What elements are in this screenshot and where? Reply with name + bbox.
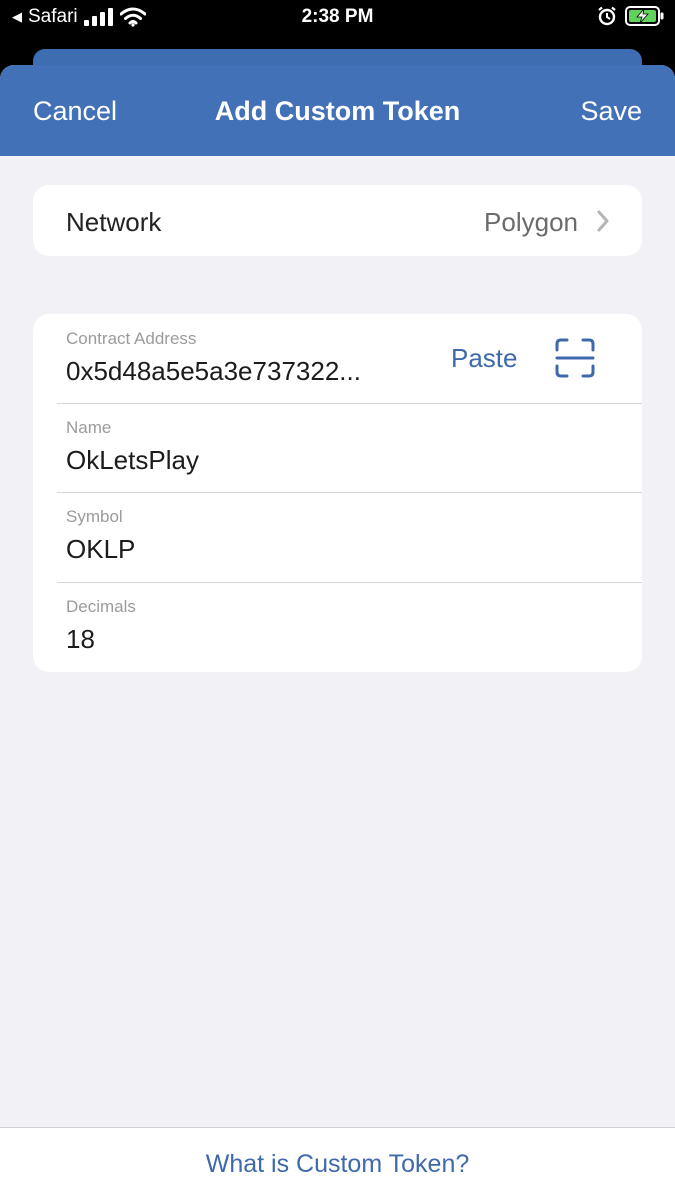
decimals-label: Decimals xyxy=(66,597,136,616)
status-right xyxy=(597,6,665,26)
name-label: Name xyxy=(66,418,112,437)
paste-button[interactable]: Paste xyxy=(451,343,518,374)
nav-bar: Cancel Add Custom Token Save xyxy=(0,65,675,156)
decimals-input[interactable]: 18 xyxy=(66,624,95,655)
decimals-field[interactable]: Decimals 18 xyxy=(33,582,642,671)
scan-qr-icon[interactable] xyxy=(555,338,595,378)
symbol-field[interactable]: Symbol OKLP xyxy=(33,492,642,581)
screen: ◀ Safari 2:38 PM Cancel Add Custom Token… xyxy=(0,0,675,1200)
chevron-right-icon xyxy=(597,210,609,232)
contract-address-field[interactable]: Contract Address 0x5d48a5e5a3e737322... … xyxy=(33,314,642,403)
add-custom-token-sheet: Cancel Add Custom Token Save Network Pol… xyxy=(0,65,675,1200)
alarm-icon xyxy=(598,6,616,26)
token-fields-card: Contract Address 0x5d48a5e5a3e737322... … xyxy=(33,314,642,672)
bottom-bar: What is Custom Token? xyxy=(0,1127,675,1200)
cancel-button[interactable]: Cancel xyxy=(33,96,117,127)
contract-address-input[interactable]: 0x5d48a5e5a3e737322... xyxy=(66,356,361,387)
name-input[interactable]: OkLetsPlay xyxy=(66,445,199,476)
network-value: Polygon xyxy=(484,207,578,237)
symbol-label: Symbol xyxy=(66,507,123,526)
name-field[interactable]: Name OkLetsPlay xyxy=(33,403,642,492)
symbol-input[interactable]: OKLP xyxy=(66,534,135,565)
status-bar: ◀ Safari 2:38 PM xyxy=(0,0,675,36)
battery-charging-icon xyxy=(625,6,664,26)
network-label: Network xyxy=(66,207,162,237)
what-is-custom-token-link[interactable]: What is Custom Token? xyxy=(0,1150,675,1179)
network-selector[interactable]: Network Polygon xyxy=(33,185,642,256)
save-button[interactable]: Save xyxy=(580,96,642,127)
status-time: 2:38 PM xyxy=(301,6,374,27)
contract-address-label: Contract Address xyxy=(66,329,197,348)
